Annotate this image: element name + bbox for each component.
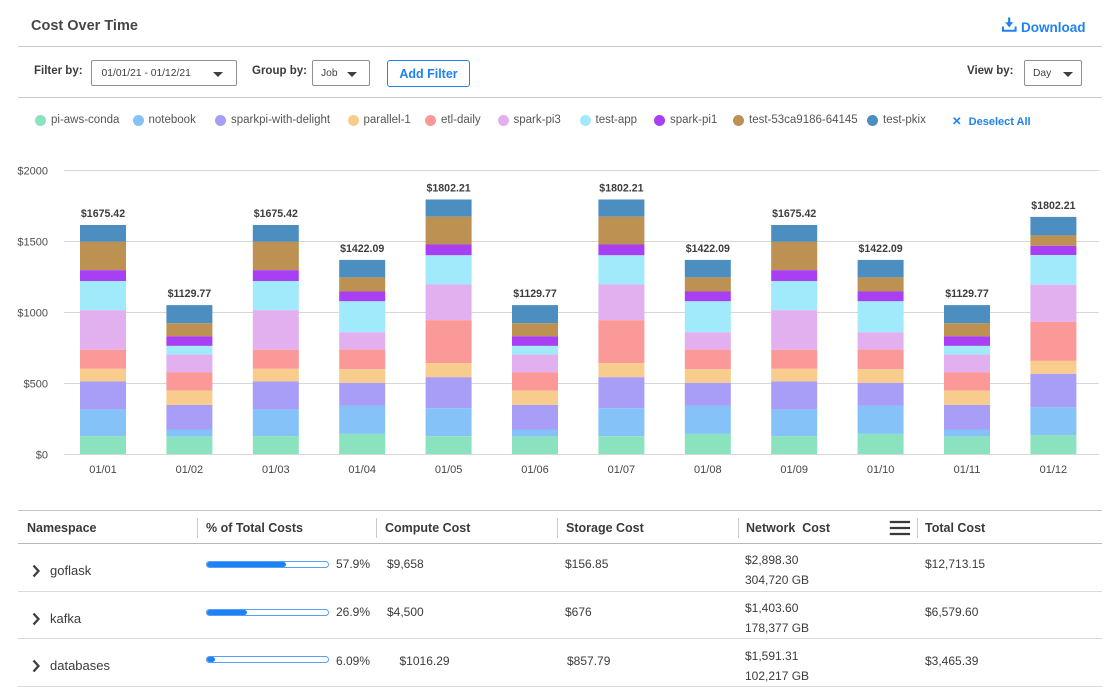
svg-text:$1500: $1500 [17, 237, 48, 249]
svg-text:01/06: 01/06 [521, 464, 549, 476]
svg-text:01/02: 01/02 [176, 464, 204, 476]
svg-text:$1675.42: $1675.42 [81, 208, 125, 220]
svg-text:01/08: 01/08 [694, 464, 722, 476]
svg-text:$0: $0 [36, 450, 48, 462]
svg-text:01/04: 01/04 [348, 464, 376, 476]
svg-text:$1422.09: $1422.09 [859, 243, 903, 255]
svg-text:01/11: 01/11 [954, 464, 981, 476]
svg-text:$1802.21: $1802.21 [427, 183, 471, 195]
svg-text:$1422.09: $1422.09 [686, 243, 730, 255]
svg-text:01/05: 01/05 [435, 464, 463, 476]
svg-text:01/09: 01/09 [780, 464, 808, 476]
svg-text:01/12: 01/12 [1040, 464, 1068, 476]
svg-text:$1129.77: $1129.77 [945, 288, 989, 300]
svg-text:01/03: 01/03 [262, 464, 290, 476]
svg-text:$1129.77: $1129.77 [513, 288, 557, 300]
svg-text:$1802.21: $1802.21 [1031, 200, 1075, 212]
svg-text:$1675.42: $1675.42 [254, 208, 298, 220]
svg-text:01/10: 01/10 [867, 464, 895, 476]
svg-text:$1000: $1000 [17, 308, 48, 320]
svg-text:$1802.21: $1802.21 [599, 183, 643, 195]
svg-text:$500: $500 [24, 379, 48, 391]
svg-text:$2000: $2000 [17, 166, 48, 178]
svg-text:$1675.42: $1675.42 [772, 208, 816, 220]
svg-text:01/07: 01/07 [608, 464, 636, 476]
svg-text:$1422.09: $1422.09 [340, 243, 384, 255]
svg-text:01/01: 01/01 [89, 464, 117, 476]
svg-text:$1129.77: $1129.77 [168, 288, 212, 300]
